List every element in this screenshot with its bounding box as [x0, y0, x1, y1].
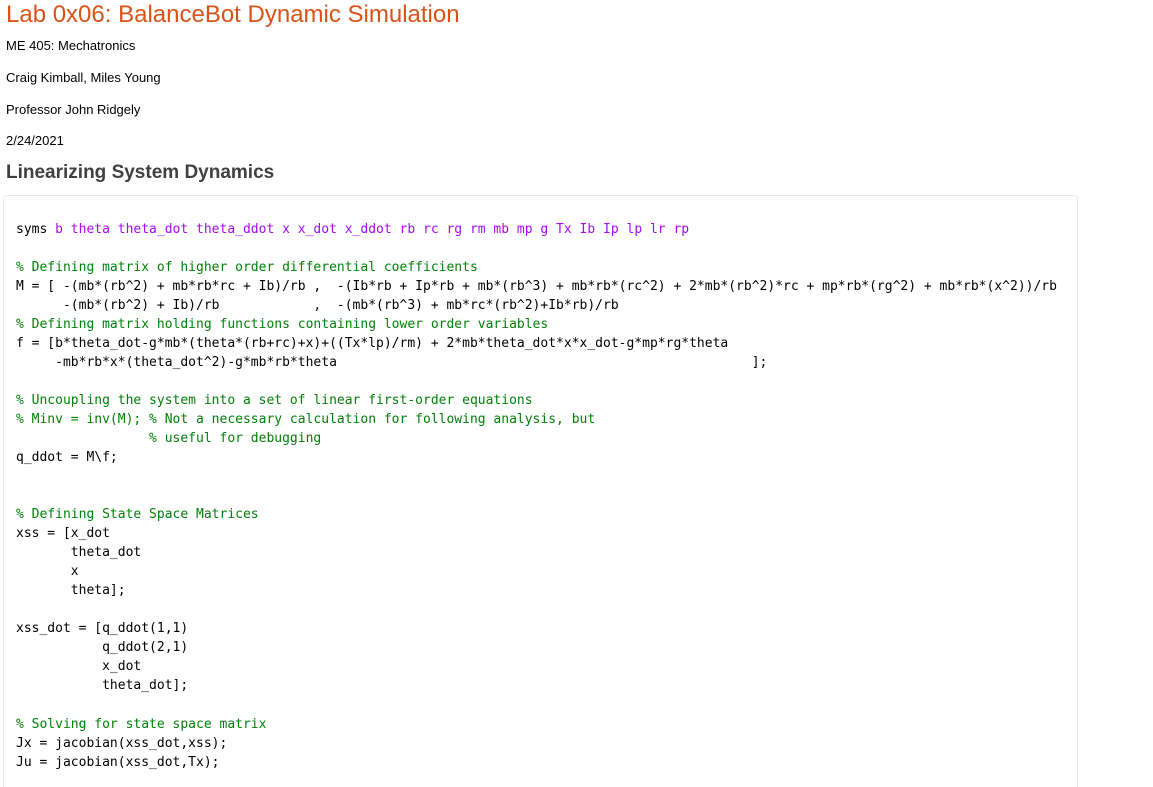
section-heading: Linearizing System Dynamics: [6, 162, 275, 183]
code-line: q_ddot = M\f;: [16, 450, 118, 465]
code-line: xss_dot = [q_ddot(1,1): [16, 621, 189, 636]
code-line: theta_dot: [16, 545, 142, 560]
code-line: Jx = jacobian(xss_dot,xss);: [16, 736, 228, 751]
code-comment: % Solving for state space matrix: [16, 717, 267, 732]
course-name: ME 405: Mechatronics: [6, 38, 136, 53]
code-line: x_dot: [16, 659, 142, 674]
code-comment: % Minv = inv(M); % Not a necessary calcu…: [16, 412, 596, 427]
code-line: f = [b*theta_dot-g*mb*(theta*(rb+rc)+x)+…: [16, 336, 729, 351]
professor-name: Professor John Ridgely: [6, 102, 141, 117]
code-line: -(mb*(rb^2) + Ib)/rb , -(mb*(rb^3) + mb*…: [16, 298, 1078, 313]
syms-keyword: syms: [16, 222, 56, 237]
code-comment: % Defining matrix holding functions cont…: [16, 317, 549, 332]
code-line: x: [16, 564, 79, 579]
code-line-syms: syms b theta theta_dot theta_ddot x x_do…: [16, 220, 689, 239]
code-comment: % useful for debugging: [16, 431, 322, 446]
document-date: 2/24/2021: [6, 133, 64, 148]
code-block[interactable]: syms b theta theta_dot theta_ddot x x_do…: [3, 195, 1078, 787]
document-title: Lab 0x06: BalanceBot Dynamic Simulation: [6, 1, 460, 28]
code-line: Ju = jacobian(xss_dot,Tx);: [16, 755, 220, 770]
code-line: xss = [x_dot: [16, 526, 110, 541]
code-line: M = [ -(mb*(rb^2) + mb*rb*rc + Ib)/rb , …: [16, 279, 1057, 294]
code-comment: % Defining matrix of higher order differ…: [16, 260, 478, 275]
code-line: theta_dot];: [16, 678, 189, 693]
code-comment: % Defining State Space Matrices: [16, 507, 259, 522]
code-line: -mb*rb*x*(theta_dot^2)-g*mb*rb*theta ];: [16, 355, 768, 370]
author-names: Craig Kimball, Miles Young: [6, 70, 161, 85]
code-comment: % Uncoupling the system into a set of li…: [16, 393, 533, 408]
code-line: q_ddot(2,1): [16, 640, 189, 655]
syms-arguments: b theta theta_dot theta_ddot x x_dot x_d…: [55, 222, 690, 237]
code-line: theta];: [16, 583, 126, 598]
